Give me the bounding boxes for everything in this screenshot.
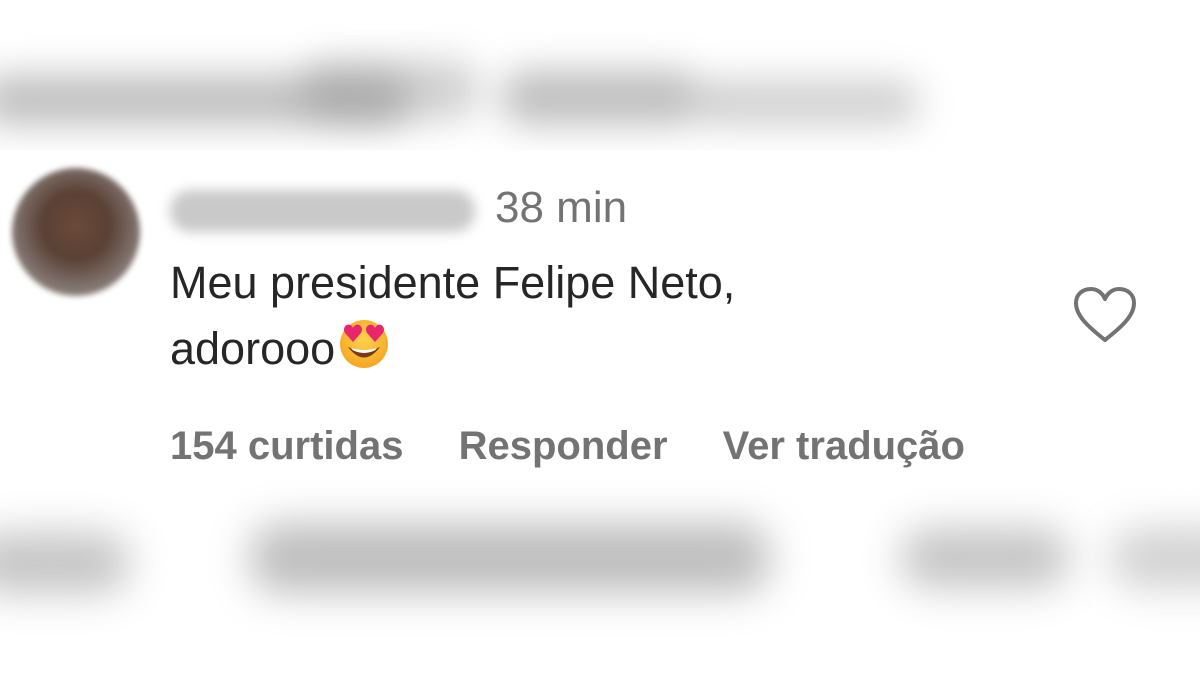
like-button[interactable]	[1072, 285, 1138, 345]
heart-outline-icon	[1074, 287, 1136, 342]
comment-text-line-1: Meu presidente Felipe Neto,	[170, 257, 736, 308]
reply-button[interactable]: Responder	[459, 420, 668, 472]
heart-eyes-emoji	[337, 316, 391, 388]
comment-text-line-2-text: adorooo	[170, 323, 336, 374]
instagram-comment-screenshot: 38 min Meu presidente Felipe Neto, adoro…	[0, 0, 1200, 675]
likes-count-link[interactable]: 154 curtidas	[170, 420, 403, 472]
comment-timestamp: 38 min	[495, 183, 628, 232]
comment-text-line-2: adorooo	[170, 316, 990, 388]
blurred-next-content	[0, 478, 1200, 675]
comment-text: Meu presidente Felipe Neto, adorooo	[170, 250, 990, 388]
blurred-previous-content	[0, 0, 1200, 150]
comment-actions: 154 curtidas Responder Ver tradução	[170, 420, 1009, 472]
username-redacted[interactable]	[170, 190, 475, 232]
avatar[interactable]	[12, 168, 140, 296]
comment-item: 38 min Meu presidente Felipe Neto, adoro…	[0, 150, 1200, 478]
see-translation-button[interactable]: Ver tradução	[723, 420, 965, 472]
